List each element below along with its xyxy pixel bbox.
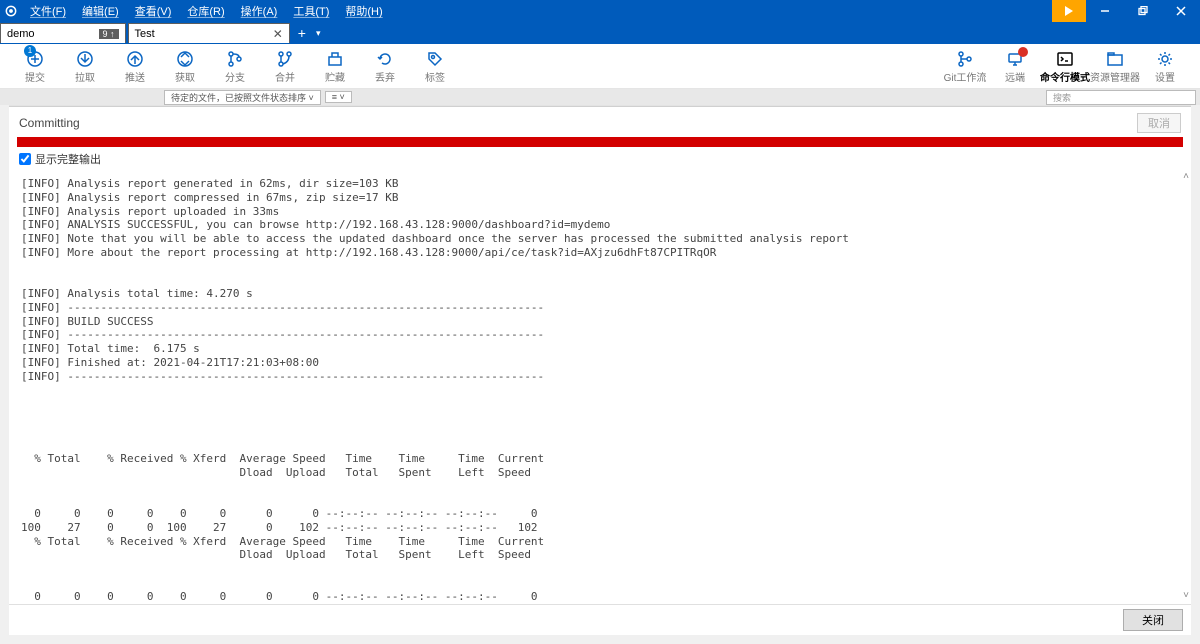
stash-icon (326, 49, 344, 69)
main-toolbar: 提交 拉取 推送 获取 分支 合并 贮藏 丢弃 标签 Git工作流 远端 (0, 44, 1200, 89)
tool-commit[interactable]: 提交 (10, 49, 60, 84)
close-icon[interactable]: ✕ (273, 27, 283, 41)
tab-label: Test (135, 28, 265, 40)
search-box[interactable]: 搜索 (1046, 90, 1196, 105)
gear-icon (1156, 49, 1174, 69)
maximize-button[interactable] (1124, 0, 1162, 22)
tool-cmd[interactable]: 命令行模式 (1040, 49, 1090, 84)
tab-label: demo (7, 28, 95, 40)
tool-discard[interactable]: 丢弃 (360, 49, 410, 84)
show-full-output-checkbox[interactable]: 显示完整输出 (9, 149, 1191, 169)
tab-demo[interactable]: demo 9 ↑ (0, 23, 126, 43)
menu-file[interactable]: 文件(F) (22, 3, 74, 19)
app-logo-icon (0, 0, 22, 22)
tool-gitflow[interactable]: Git工作流 (940, 49, 990, 84)
committing-dialog: Committing 取消 显示完整输出 [INFO] Analysis rep… (9, 106, 1191, 635)
tag-icon (426, 49, 444, 69)
add-tab-button[interactable]: + (292, 25, 312, 41)
tab-dropdown-icon[interactable]: ▾ (312, 28, 325, 39)
scroll-up-icon[interactable]: ˄ (1183, 171, 1189, 184)
explorer-icon (1106, 49, 1124, 69)
dialog-title: Committing (19, 116, 80, 130)
cancel-button[interactable]: 取消 (1137, 113, 1181, 133)
menu-view[interactable]: 查看(V) (127, 3, 180, 19)
filter-combo[interactable]: 待定的文件，已按照文件状态排序 ˅ (164, 90, 321, 105)
tool-pull[interactable]: 拉取 (60, 49, 110, 84)
fetch-icon (176, 49, 194, 69)
menu-edit[interactable]: 编辑(E) (74, 3, 127, 19)
tool-merge[interactable]: 合并 (260, 49, 310, 84)
discard-icon (376, 49, 394, 69)
gitflow-icon (956, 49, 974, 69)
show-full-output-input[interactable] (19, 153, 31, 165)
terminal-icon (1056, 49, 1074, 69)
close-button[interactable] (1162, 0, 1200, 22)
progress-bar (17, 137, 1183, 147)
title-bar: 文件(F) 编辑(E) 查看(V) 仓库(R) 操作(A) 工具(T) 帮助(H… (0, 0, 1200, 22)
menu-repo[interactable]: 仓库(R) (179, 3, 232, 19)
menu-actions[interactable]: 操作(A) (233, 3, 286, 19)
commit-icon (26, 49, 44, 69)
tool-settings[interactable]: 设置 (1140, 49, 1190, 84)
tab-badge: 9 ↑ (99, 29, 119, 39)
minimize-button[interactable] (1086, 0, 1124, 22)
tool-remote[interactable]: 远端 (990, 49, 1040, 84)
merge-icon (276, 49, 294, 69)
tool-tag[interactable]: 标签 (410, 49, 460, 84)
menu-tools[interactable]: 工具(T) (285, 3, 337, 19)
repo-tabbar: demo 9 ↑ Test ✕ + ▾ (0, 22, 1200, 44)
menu-help[interactable]: 帮助(H) (337, 3, 390, 19)
remote-icon (1006, 49, 1024, 69)
tool-branch[interactable]: 分支 (210, 49, 260, 84)
scroll-down-icon[interactable]: ˅ (1183, 590, 1189, 603)
close-button[interactable]: 关闭 (1123, 609, 1183, 631)
branch-icon (226, 49, 244, 69)
push-icon (126, 49, 144, 69)
tab-test[interactable]: Test ✕ (128, 23, 290, 43)
filter-menu[interactable]: ≡ ˅ (325, 91, 352, 103)
tool-push[interactable]: 推送 (110, 49, 160, 84)
tool-fetch[interactable]: 获取 (160, 49, 210, 84)
file-filter-bar: 待定的文件，已按照文件状态排序 ˅ ≡ ˅ 搜索 (0, 89, 1200, 105)
pull-icon (76, 49, 94, 69)
run-button[interactable] (1052, 0, 1086, 22)
tool-stash[interactable]: 贮藏 (310, 49, 360, 84)
log-output[interactable]: [INFO] Analysis report generated in 62ms… (9, 169, 1191, 604)
tool-explorer[interactable]: 资源管理器 (1090, 49, 1140, 84)
